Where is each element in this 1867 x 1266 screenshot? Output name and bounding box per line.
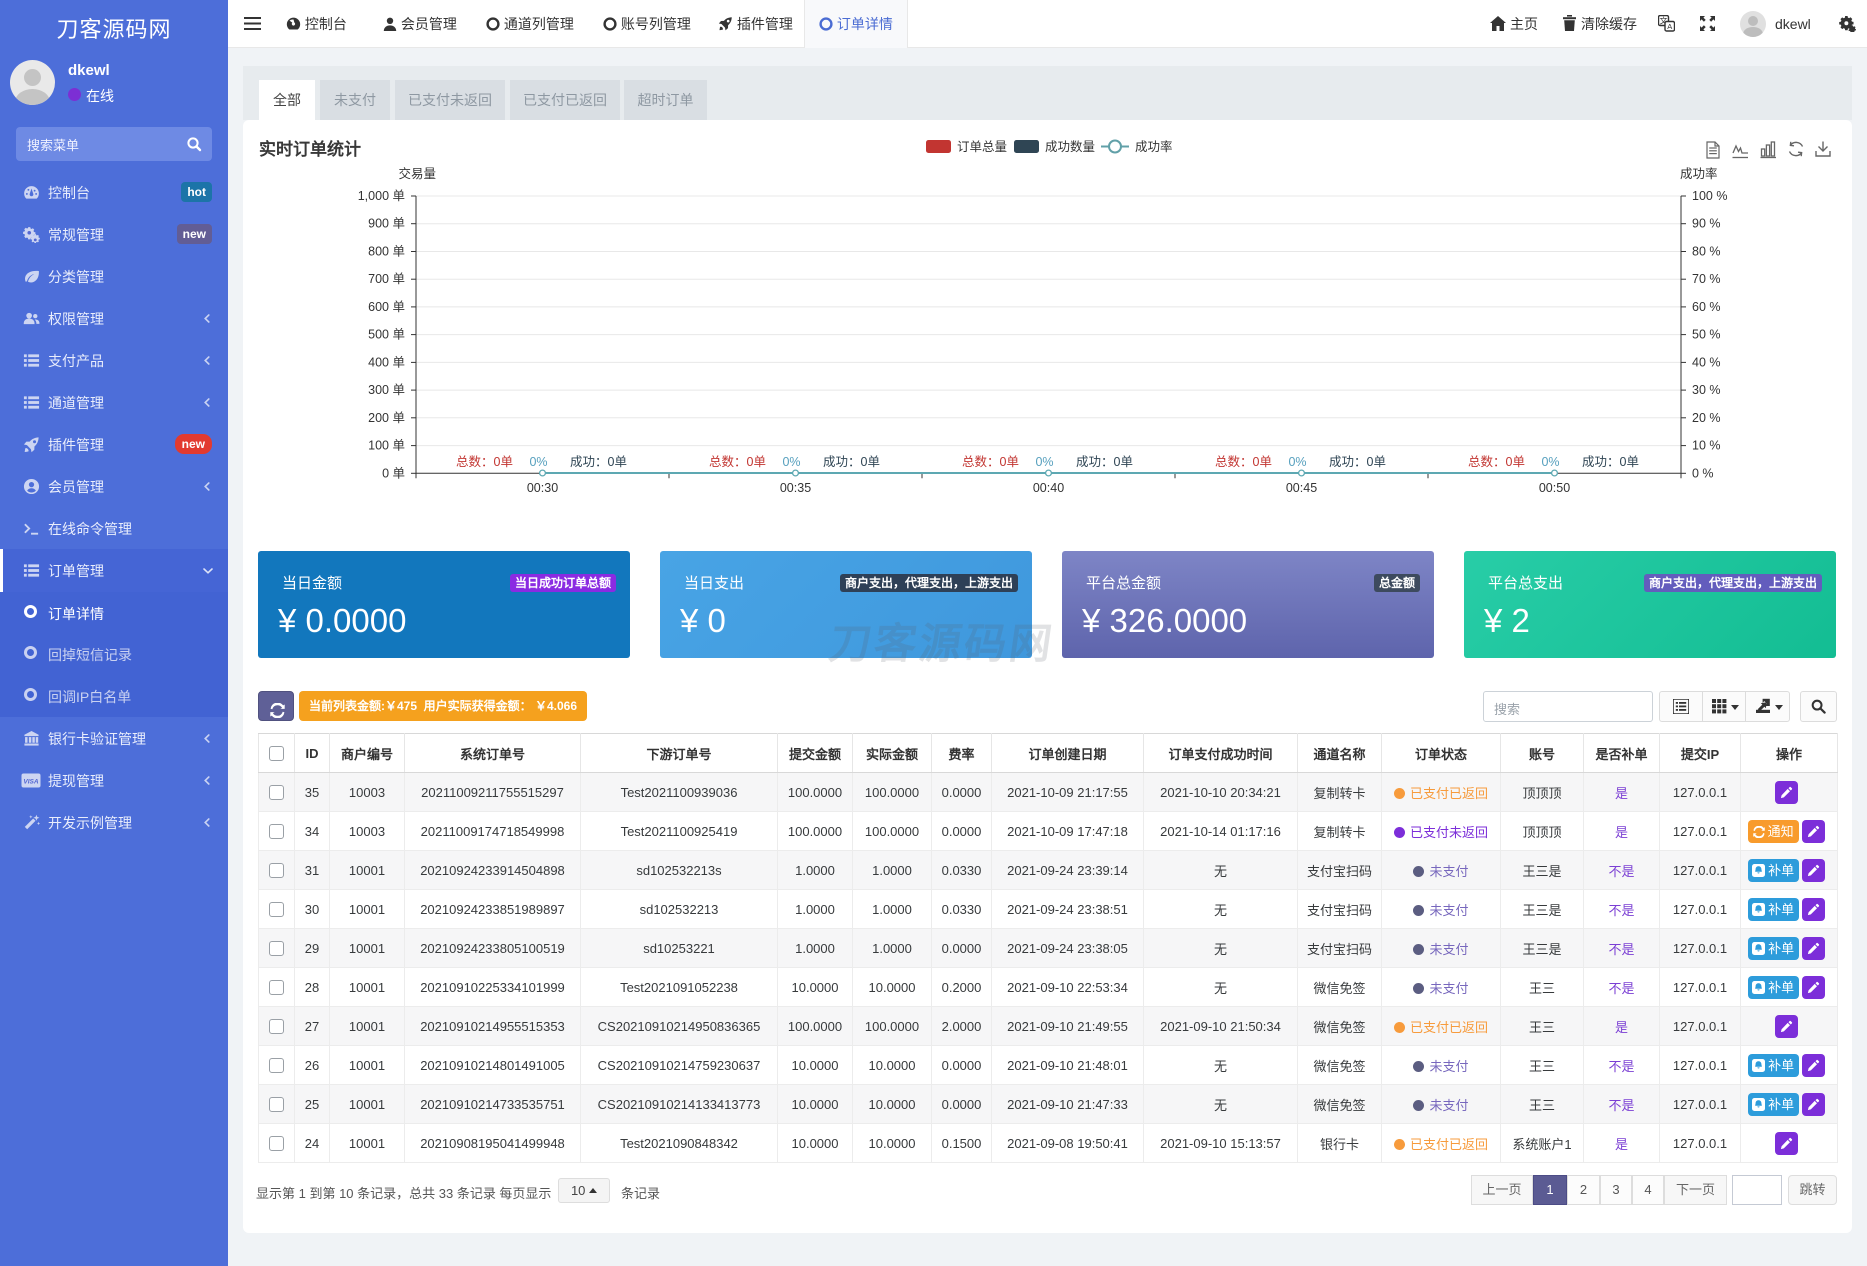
svg-text:200 单: 200 单 (368, 411, 405, 425)
svg-text:60 %: 60 % (1692, 300, 1721, 314)
svg-text:00:30: 00:30 (527, 481, 558, 495)
svg-text:00:50: 00:50 (1539, 481, 1570, 495)
svg-text:80 %: 80 % (1692, 245, 1721, 259)
svg-text:0 单: 0 单 (382, 466, 405, 480)
svg-text:总数：0单: 总数：0单 (456, 454, 513, 469)
svg-text:100 %: 100 % (1692, 189, 1727, 203)
svg-text:成功率: 成功率 (1680, 166, 1718, 181)
svg-text:成功数量: 成功数量 (1045, 139, 1095, 154)
svg-text:400 单: 400 单 (368, 355, 405, 369)
svg-text:成功：0单: 成功：0单 (823, 455, 880, 469)
svg-text:0%: 0% (529, 455, 547, 469)
svg-text:20 %: 20 % (1692, 411, 1721, 425)
svg-text:00:40: 00:40 (1033, 481, 1064, 495)
svg-text:30 %: 30 % (1692, 383, 1721, 397)
svg-text:成功：0单: 成功：0单 (1076, 455, 1133, 469)
svg-text:A: A (1667, 22, 1672, 31)
svg-text:00:45: 00:45 (1286, 481, 1317, 495)
svg-text:800 单: 800 单 (368, 245, 405, 259)
svg-text:100 单: 100 单 (368, 439, 405, 453)
svg-text:40 %: 40 % (1692, 355, 1721, 369)
svg-text:0%: 0% (782, 455, 800, 469)
svg-text:VISA: VISA (23, 779, 38, 786)
svg-text:900 单: 900 单 (368, 217, 405, 231)
svg-text:总数：0单: 总数：0单 (1468, 454, 1525, 469)
svg-text:0%: 0% (1288, 455, 1306, 469)
svg-text:1,000 单: 1,000 单 (358, 189, 405, 203)
svg-text:交易量: 交易量 (398, 166, 436, 181)
svg-text:10 %: 10 % (1692, 439, 1721, 453)
svg-text:90 %: 90 % (1692, 217, 1721, 231)
svg-text:成功：0单: 成功：0单 (1329, 455, 1386, 469)
svg-text:实时订单统计: 实时订单统计 (259, 139, 361, 159)
svg-text:00:35: 00:35 (780, 481, 811, 495)
svg-text:成功：0单: 成功：0单 (1582, 455, 1639, 469)
svg-text:600 单: 600 单 (368, 300, 405, 314)
svg-text:订单总量: 订单总量 (957, 140, 1007, 154)
svg-text:700 单: 700 单 (368, 272, 405, 286)
svg-text:0%: 0% (1035, 455, 1053, 469)
svg-text:70 %: 70 % (1692, 272, 1721, 286)
svg-text:300 单: 300 单 (368, 383, 405, 397)
svg-text:0%: 0% (1541, 455, 1559, 469)
svg-text:500 单: 500 单 (368, 328, 405, 342)
svg-text:总数：0单: 总数：0单 (709, 454, 766, 469)
svg-text:成功：0单: 成功：0单 (570, 455, 627, 469)
svg-text:总数：0单: 总数：0单 (962, 454, 1019, 469)
svg-text:总数：0单: 总数：0单 (1215, 454, 1272, 469)
svg-text:50 %: 50 % (1692, 328, 1721, 342)
svg-text:0 %: 0 % (1692, 466, 1714, 480)
svg-text:成功率: 成功率 (1135, 139, 1173, 154)
